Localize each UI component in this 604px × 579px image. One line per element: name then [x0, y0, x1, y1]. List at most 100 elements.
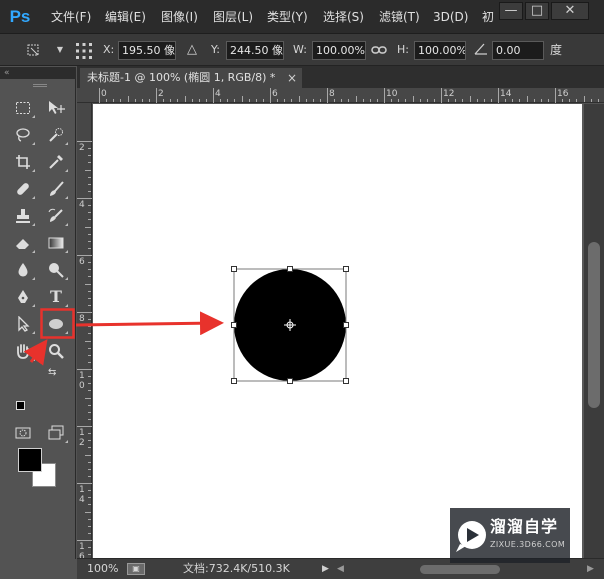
x-position-field[interactable]: 195.50 像: [118, 41, 176, 60]
menu-edit[interactable]: 编辑(E): [105, 0, 146, 34]
quick-mask-icon[interactable]: [10, 421, 36, 445]
ruler-minor-tick: [477, 99, 478, 102]
ruler-label: 4: [79, 200, 85, 210]
document-canvas[interactable]: [93, 104, 582, 558]
status-menu-arrow-icon[interactable]: ▶: [322, 559, 329, 579]
height-field[interactable]: 100.00%: [414, 41, 466, 60]
brush-icon[interactable]: [43, 177, 69, 201]
rect-marquee-icon[interactable]: [10, 96, 36, 120]
ruler-tick: [441, 88, 442, 103]
quick-select-icon[interactable]: [43, 123, 69, 147]
horizontal-ruler[interactable]: 0 2 4 6 8 10 12 14 16: [77, 88, 604, 103]
ruler-minor-tick: [88, 419, 91, 420]
width-field[interactable]: 100.00%: [312, 41, 366, 60]
ruler-minor-tick: [85, 512, 91, 513]
ruler-minor-tick: [341, 99, 342, 102]
eyedropper-icon[interactable]: [43, 150, 69, 174]
ellipse-icon[interactable]: [43, 312, 69, 336]
ruler-minor-tick: [334, 99, 335, 102]
lasso-icon[interactable]: [10, 123, 36, 147]
ruler-minor-tick: [470, 96, 471, 102]
transform-tool-icon[interactable]: [25, 42, 41, 58]
move-icon[interactable]: [43, 96, 69, 120]
vertical-scroll-thumb[interactable]: [588, 242, 600, 408]
ruler-minor-tick: [576, 99, 577, 102]
ruler-minor-tick: [142, 99, 143, 102]
status-preview-icon[interactable]: ▣: [127, 563, 145, 575]
ruler-minor-tick: [88, 212, 91, 213]
canvas-area[interactable]: [93, 104, 584, 558]
default-colors-icon[interactable]: [16, 401, 25, 410]
restore-button[interactable]: □: [525, 2, 549, 20]
ruler-label: 4: [215, 89, 221, 99]
close-window-button[interactable]: ✕: [551, 2, 589, 20]
panel-grip[interactable]: [33, 84, 47, 87]
healing-brush-icon[interactable]: [10, 177, 36, 201]
type-icon[interactable]: T: [43, 285, 69, 309]
menu-filter[interactable]: 滤镜(T): [379, 0, 420, 34]
eraser-icon[interactable]: [10, 231, 36, 255]
menu-3d[interactable]: 3D(D): [433, 0, 468, 34]
ruler-minor-tick: [177, 99, 178, 102]
history-brush-icon[interactable]: [43, 204, 69, 228]
watermark: 溜溜自学 ZIXUE.3D66.COM: [450, 508, 570, 563]
ruler-minor-tick: [88, 333, 91, 334]
blur-icon[interactable]: [10, 258, 36, 282]
swap-colors-icon[interactable]: ⇆: [48, 367, 60, 379]
minimize-button[interactable]: —: [499, 2, 523, 20]
tool-preset-arrow-icon[interactable]: ▼: [52, 42, 68, 58]
gradient-icon[interactable]: [43, 231, 69, 255]
scroll-left-arrow-icon[interactable]: ◀: [337, 559, 344, 579]
tab-close-icon[interactable]: ×: [287, 68, 297, 88]
ruler-minor-tick: [88, 469, 91, 470]
link-icon[interactable]: [371, 42, 387, 58]
menu-select[interactable]: 选择(S): [323, 0, 364, 34]
ruler-minor-tick: [591, 99, 592, 102]
y-position-field[interactable]: 244.50 像: [226, 41, 284, 60]
ruler-minor-tick: [85, 398, 91, 399]
ruler-minor-tick: [306, 99, 307, 102]
ruler-minor-tick: [88, 241, 91, 242]
ruler-tick: [77, 255, 92, 256]
delta-icon[interactable]: △: [184, 42, 200, 58]
screen-mode-icon[interactable]: [43, 421, 69, 445]
ruler-minor-tick: [135, 99, 136, 102]
reference-point-icon[interactable]: [75, 42, 92, 59]
ruler-minor-tick: [348, 99, 349, 102]
ruler-minor-tick: [199, 99, 200, 102]
dodge-icon[interactable]: [43, 258, 69, 282]
hand-icon[interactable]: [10, 339, 36, 363]
ruler-minor-tick: [88, 383, 91, 384]
ruler-minor-tick: [88, 376, 91, 377]
angle-field[interactable]: 0.00: [492, 41, 544, 60]
ruler-minor-tick: [491, 99, 492, 102]
path-select-icon[interactable]: [10, 312, 36, 336]
clone-stamp-icon[interactable]: [10, 204, 36, 228]
ruler-minor-tick: [548, 99, 549, 102]
ruler-label: 2: [79, 143, 85, 153]
x-label: X:: [103, 43, 115, 56]
ruler-minor-tick: [88, 462, 91, 463]
ruler-minor-tick: [356, 96, 357, 102]
vertical-ruler[interactable]: 24681 01 21 41 6: [77, 103, 92, 577]
menu-file[interactable]: 文件(F): [51, 0, 91, 34]
crop-icon[interactable]: [10, 150, 36, 174]
foreground-color-swatch[interactable]: [18, 448, 42, 472]
scroll-right-arrow-icon[interactable]: ▶: [587, 559, 594, 579]
pen-icon[interactable]: [10, 285, 36, 309]
menu-view[interactable]: 初: [482, 0, 494, 34]
document-tab[interactable]: 未标题-1 @ 100% (椭圆 1, RGB/8) * ×: [80, 68, 302, 88]
menu-layer[interactable]: 图层(L): [213, 0, 253, 34]
ruler-minor-tick: [88, 504, 91, 505]
toolbar-collapse-handle[interactable]: «: [0, 67, 76, 79]
zoom-level[interactable]: 100%: [87, 559, 118, 579]
zoom-icon[interactable]: [43, 339, 69, 363]
ruler-minor-tick: [88, 291, 91, 292]
horizontal-scroll-thumb[interactable]: [420, 565, 500, 574]
vertical-scrollbar[interactable]: [584, 104, 604, 558]
menu-image[interactable]: 图像(I): [161, 0, 198, 34]
watermark-title: 溜溜自学: [490, 517, 559, 536]
ruler-minor-tick: [88, 205, 91, 206]
document-size: 文档:732.4K/510.3K: [183, 562, 290, 575]
menu-type[interactable]: 类型(Y): [267, 0, 308, 34]
